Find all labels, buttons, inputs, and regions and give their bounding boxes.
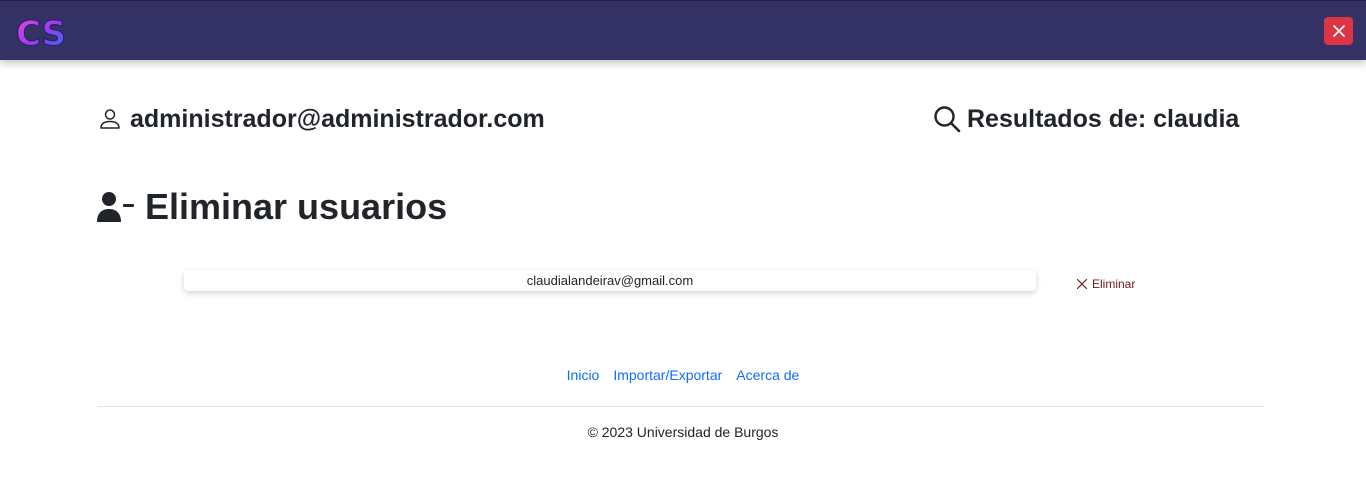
page-heading: Eliminar usuarios xyxy=(97,183,447,231)
person-icon xyxy=(100,109,120,129)
footer-link-importar-exportar[interactable]: Importar/Exportar xyxy=(613,367,722,383)
user-minus-icon xyxy=(97,192,134,222)
footer-nav: Inicio Importar/Exportar Acerca de xyxy=(0,365,1366,385)
svg-text:CS: CS xyxy=(16,14,66,53)
search-results-label: Resultados de: claudia xyxy=(967,104,1240,133)
close-button[interactable] xyxy=(1324,17,1353,45)
app-logo[interactable]: CS xyxy=(14,11,76,55)
current-user: administrador@administrador.com xyxy=(98,101,545,137)
top-navbar: CS xyxy=(0,0,1366,60)
close-icon xyxy=(1332,25,1345,37)
copyright-text: © 2023 Universidad de Burgos xyxy=(587,424,779,440)
footer-divider xyxy=(98,406,1264,407)
search-results-header: Resultados de: claudia xyxy=(933,101,1239,137)
delete-user-button[interactable]: Eliminar xyxy=(1076,275,1135,293)
close-icon xyxy=(1076,278,1088,290)
user-email-field: claudialandeirav@gmail.com xyxy=(184,270,1036,291)
search-icon xyxy=(934,106,961,133)
delete-label: Eliminar xyxy=(1092,277,1136,291)
user-email: administrador@administrador.com xyxy=(130,104,545,133)
footer-link-acerca-de[interactable]: Acerca de xyxy=(736,367,799,383)
page-title: Eliminar usuarios xyxy=(145,186,448,227)
user-row-email: claudialandeirav@gmail.com xyxy=(526,273,694,288)
footer-link-inicio[interactable]: Inicio xyxy=(567,367,600,383)
